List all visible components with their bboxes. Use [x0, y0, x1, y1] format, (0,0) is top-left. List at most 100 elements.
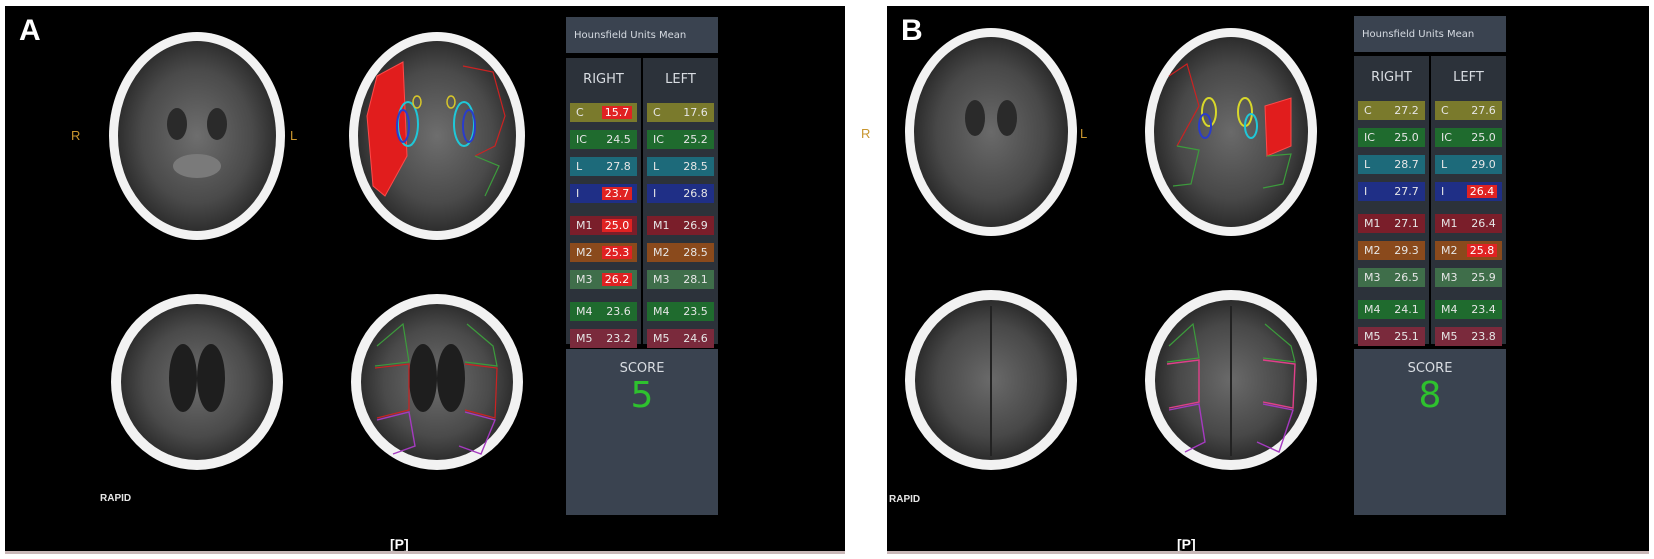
hu-row-m5: M5 23.2	[570, 329, 637, 348]
hu-value-left: 25.0	[1471, 131, 1496, 144]
ct-slice-bottom-left	[905, 290, 1077, 470]
hu-row-label: M4	[1364, 303, 1381, 316]
right-column: RIGHT C 27.2 IC 25.0 L 28.7 I 27.7 M1 27.1 M2 29.3 M…	[1354, 56, 1429, 373]
hu-value-right: 23.7	[602, 187, 632, 200]
hu-value-right: 29.3	[1394, 244, 1419, 257]
score-label: SCORE	[1407, 361, 1453, 376]
hu-value-right: 24.1	[1394, 303, 1419, 316]
score-value: 8	[1418, 375, 1442, 416]
hu-row-c: C 17.6	[647, 103, 714, 122]
right-column-title: RIGHT	[583, 72, 624, 87]
hu-row-label: C	[653, 106, 661, 119]
hu-value-left: 27.6	[1471, 104, 1496, 117]
hu-value-left: 25.9	[1471, 271, 1496, 284]
hu-value-left: 17.6	[683, 106, 708, 119]
hu-value-left: 26.8	[683, 187, 708, 200]
hu-row-label: IC	[1364, 131, 1375, 144]
hu-value-left: 28.1	[683, 273, 708, 286]
hu-row-c: C 15.7	[570, 103, 637, 122]
hu-value-left: 26.9	[683, 219, 708, 232]
hu-row-i: I 26.8	[647, 184, 714, 203]
panel-bottom-border	[887, 551, 1649, 554]
hu-value-right: 24.5	[606, 133, 631, 146]
hu-row-label: C	[576, 106, 584, 119]
hu-row-label: M2	[653, 246, 670, 259]
ct-scan-images	[109, 32, 525, 470]
hu-row-l: L 28.5	[647, 157, 714, 176]
hu-value-left: 23.5	[683, 305, 708, 318]
orientation-right-label: R	[71, 128, 81, 143]
hu-value-left: 29.0	[1471, 158, 1496, 171]
hu-row-i: I 27.7	[1358, 182, 1425, 201]
panel-bottom-border	[5, 551, 845, 554]
hu-row-m5: M5 24.6	[647, 329, 714, 348]
hu-value-right: 26.5	[1394, 271, 1419, 284]
hu-value-right: 23.2	[606, 332, 631, 345]
ct-slice-bottom-left	[111, 294, 283, 470]
hu-row-m3: M3 26.2	[570, 270, 637, 289]
orientation-left-label: L	[290, 128, 298, 143]
hu-row-label: L	[1441, 158, 1448, 171]
hu-row-m1: M1 25.0	[570, 216, 637, 235]
hu-value-right: 23.6	[606, 305, 631, 318]
hu-row-label: I	[576, 187, 580, 200]
hu-row-label: I	[653, 187, 657, 200]
hu-row-label: M5	[653, 332, 670, 345]
hu-row-m2: M2 25.3	[570, 243, 637, 262]
orientation-right-label: R	[861, 126, 871, 141]
hu-row-m1: M1 26.4	[1435, 214, 1502, 233]
hu-row-i: I 26.4	[1435, 182, 1502, 201]
hu-row-label: L	[576, 160, 583, 173]
hu-row-label: IC	[1441, 131, 1452, 144]
right-column-title: RIGHT	[1371, 70, 1412, 85]
orientation-left-label: L	[1080, 126, 1088, 141]
hu-value-right: 27.2	[1394, 104, 1419, 117]
hu-value-right: 15.7	[602, 106, 632, 119]
hu-row-m2: M2 29.3	[1358, 241, 1425, 260]
hu-row-label: M2	[1441, 244, 1458, 257]
hu-row-m2: M2 25.8	[1435, 241, 1502, 260]
ct-slice-top-left	[109, 32, 285, 240]
hu-row-label: M1	[1364, 217, 1381, 230]
hu-row-l: L 29.0	[1435, 155, 1502, 174]
hu-row-m4: M4 23.5	[647, 302, 714, 321]
hu-value-right: 27.8	[606, 160, 631, 173]
hu-value-left: 25.8	[1467, 244, 1497, 257]
ct-scan-images	[905, 28, 1317, 470]
hu-row-ic: IC 25.2	[647, 130, 714, 149]
hu-row-m3: M3 25.9	[1435, 268, 1502, 287]
hu-value-left: 23.8	[1471, 330, 1496, 343]
rapid-label: RAPID	[100, 493, 132, 504]
hu-row-c: C 27.6	[1435, 101, 1502, 120]
left-column: LEFT C 17.6 IC 25.2 L 28.5 I 26.8 M1 26.9 M2 28.5 M3…	[643, 58, 718, 375]
hu-value-left: 23.4	[1471, 303, 1496, 316]
hu-value-right: 27.1	[1394, 217, 1419, 230]
hu-row-label: L	[653, 160, 660, 173]
hu-row-label: L	[1364, 158, 1371, 171]
hu-row-label: C	[1441, 104, 1449, 117]
hu-row-ic: IC 24.5	[570, 130, 637, 149]
hu-row-m3: M3 26.5	[1358, 268, 1425, 287]
p-label: [P]	[1177, 536, 1196, 552]
hu-row-label: M5	[1441, 330, 1458, 343]
ct-slice-bottom-right-overlay	[351, 294, 523, 470]
left-column-title: LEFT	[665, 72, 696, 87]
hu-value-left: 26.4	[1467, 185, 1497, 198]
hu-value-left: 28.5	[683, 160, 708, 173]
hu-row-ic: IC 25.0	[1435, 128, 1502, 147]
hu-row-m4: M4 24.1	[1358, 300, 1425, 319]
hu-row-l: L 28.7	[1358, 155, 1425, 174]
ct-slice-top-left	[905, 28, 1077, 236]
hu-row-label: C	[1364, 104, 1372, 117]
left-column-title: LEFT	[1453, 70, 1484, 85]
hu-value-right: 28.7	[1394, 158, 1419, 171]
ct-slice-top-right-overlay	[349, 32, 525, 240]
hu-row-label: M4	[1441, 303, 1458, 316]
hu-row-m4: M4 23.4	[1435, 300, 1502, 319]
hu-row-label: M2	[1364, 244, 1381, 257]
hu-row-label: M3	[653, 273, 670, 286]
hu-value-right: 27.7	[1394, 185, 1419, 198]
score-label: SCORE	[619, 361, 665, 376]
hu-row-label: M3	[576, 273, 593, 286]
score-box: SCORE 8	[1354, 349, 1506, 515]
